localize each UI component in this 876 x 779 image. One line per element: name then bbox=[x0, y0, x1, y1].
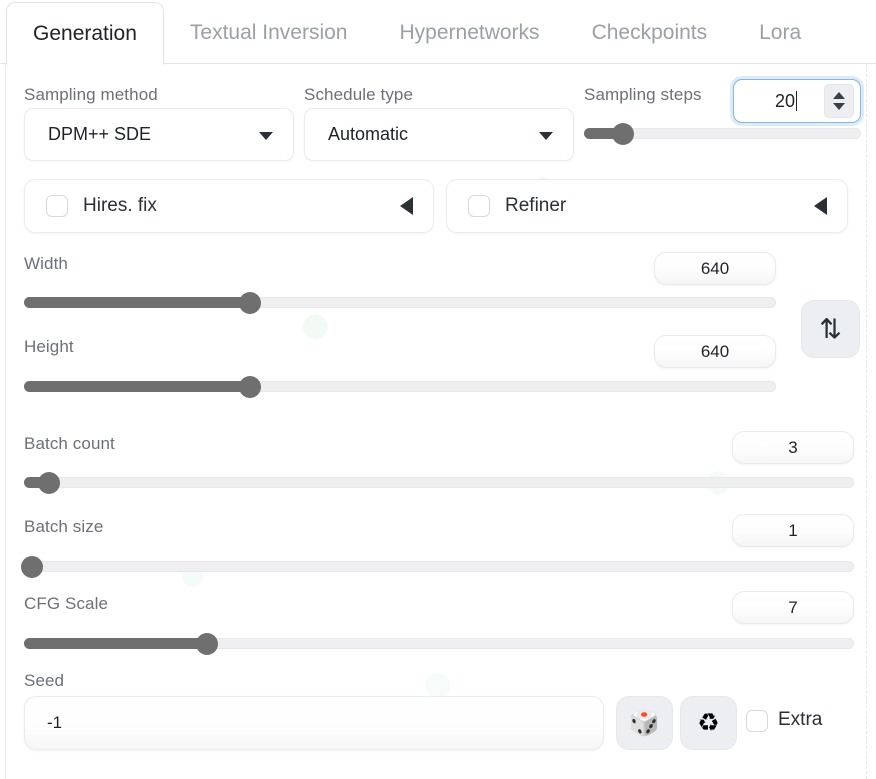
randomize-seed-button[interactable]: 🎲 bbox=[616, 696, 673, 750]
cfg-scale-value-box[interactable]: 7 bbox=[732, 591, 854, 624]
slider-thumb[interactable] bbox=[37, 472, 60, 494]
tab-textual-inversion[interactable]: Textual Inversion bbox=[164, 2, 374, 64]
swap-dimensions-button[interactable]: ⇅ bbox=[801, 300, 860, 358]
batch-size-label: Batch size bbox=[24, 517, 104, 536]
batch-count-slider[interactable] bbox=[24, 472, 854, 494]
seed-input[interactable]: -1 bbox=[24, 696, 604, 750]
width-slider[interactable] bbox=[24, 292, 776, 314]
stable-diffusion-generation-panel: Generation Textual Inversion Hypernetwor… bbox=[0, 0, 876, 779]
sampling-steps-label: Sampling steps bbox=[584, 85, 702, 104]
extra-seed-checkbox[interactable] bbox=[746, 710, 768, 732]
schedule-type-value: Automatic bbox=[328, 124, 409, 144]
slider-fill bbox=[24, 297, 250, 308]
tab-generation[interactable]: Generation bbox=[6, 2, 164, 65]
schedule-type-label: Schedule type bbox=[304, 85, 414, 104]
tab-textual-inversion-label: Textual Inversion bbox=[189, 21, 348, 44]
cfg-scale-slider[interactable] bbox=[24, 633, 854, 655]
slider-thumb[interactable] bbox=[238, 376, 261, 398]
height-value-box[interactable]: 640 bbox=[654, 335, 776, 368]
slider-thumb[interactable] bbox=[21, 556, 44, 578]
sampling-method-label: Sampling method bbox=[24, 85, 158, 104]
height-value: 640 bbox=[700, 341, 730, 361]
refiner-label: Refiner bbox=[505, 195, 567, 216]
slider-track bbox=[24, 561, 854, 572]
height-label: Height bbox=[24, 337, 74, 356]
sampling-steps-input[interactable]: 20 bbox=[733, 79, 861, 123]
chevron-left-icon[interactable] bbox=[814, 197, 827, 215]
slider-thumb[interactable] bbox=[238, 292, 261, 314]
cfg-scale-label: CFG Scale bbox=[24, 594, 109, 613]
batch-size-value-box[interactable]: 1 bbox=[732, 514, 854, 547]
tab-checkpoints-label: Checkpoints bbox=[591, 21, 708, 44]
chevron-down-icon bbox=[539, 131, 553, 140]
tab-bar: Generation Textual Inversion Hypernetwor… bbox=[0, 0, 876, 65]
refiner-accordion[interactable]: Refiner bbox=[446, 179, 848, 233]
batch-count-value: 3 bbox=[788, 437, 798, 457]
width-value: 640 bbox=[700, 258, 730, 278]
slider-track bbox=[24, 477, 854, 488]
reuse-seed-button[interactable]: ♻ bbox=[680, 696, 737, 750]
slider-fill bbox=[24, 638, 207, 649]
hires-fix-accordion[interactable]: Hires. fix bbox=[24, 179, 434, 233]
batch-size-slider[interactable] bbox=[21, 556, 854, 578]
chevron-down-icon bbox=[259, 131, 273, 140]
height-slider[interactable] bbox=[24, 376, 776, 398]
batch-count-value-box[interactable]: 3 bbox=[732, 431, 854, 464]
batch-count-label: Batch count bbox=[24, 434, 115, 453]
slider-thumb[interactable] bbox=[611, 123, 634, 145]
cfg-scale-value: 7 bbox=[788, 597, 798, 617]
generation-panel: Sampling method DPM++ SDE Schedule type … bbox=[5, 64, 867, 779]
stepper-down-icon[interactable] bbox=[833, 103, 845, 110]
width-value-box[interactable]: 640 bbox=[654, 252, 776, 285]
hires-fix-checkbox[interactable] bbox=[46, 195, 68, 217]
refiner-checkbox[interactable] bbox=[468, 195, 490, 217]
sampling-steps-slider[interactable] bbox=[584, 123, 861, 145]
dice-icon: 🎲 bbox=[628, 708, 661, 737]
swap-vertical-icon: ⇅ bbox=[819, 313, 842, 344]
stepper-up-icon[interactable] bbox=[833, 92, 845, 99]
width-label: Width bbox=[24, 254, 68, 273]
chevron-left-icon[interactable] bbox=[400, 197, 413, 215]
tab-lora-label: Lora bbox=[759, 21, 802, 44]
sampling-method-value: DPM++ SDE bbox=[48, 124, 152, 144]
text-cursor bbox=[796, 90, 798, 111]
sampling-steps-stepper[interactable] bbox=[824, 84, 854, 118]
slider-thumb[interactable] bbox=[195, 633, 218, 655]
extra-seed-label: Extra bbox=[778, 709, 823, 730]
tab-hypernetworks-label: Hypernetworks bbox=[399, 21, 540, 44]
tab-generation-label: Generation bbox=[33, 21, 137, 45]
batch-size-value: 1 bbox=[788, 520, 798, 540]
seed-label: Seed bbox=[24, 671, 65, 690]
sampling-method-dropdown[interactable]: DPM++ SDE bbox=[24, 108, 294, 161]
recycle-icon: ♻ bbox=[697, 708, 720, 737]
tab-hypernetworks[interactable]: Hypernetworks bbox=[374, 2, 566, 64]
tab-lora[interactable]: Lora bbox=[733, 2, 827, 64]
schedule-type-dropdown[interactable]: Automatic bbox=[304, 108, 574, 161]
slider-fill bbox=[24, 381, 250, 392]
sampling-steps-value: 20 bbox=[774, 90, 798, 111]
hires-fix-label: Hires. fix bbox=[83, 195, 157, 216]
tab-list: Generation Textual Inversion Hypernetwor… bbox=[6, 2, 827, 65]
tab-checkpoints[interactable]: Checkpoints bbox=[566, 2, 734, 64]
